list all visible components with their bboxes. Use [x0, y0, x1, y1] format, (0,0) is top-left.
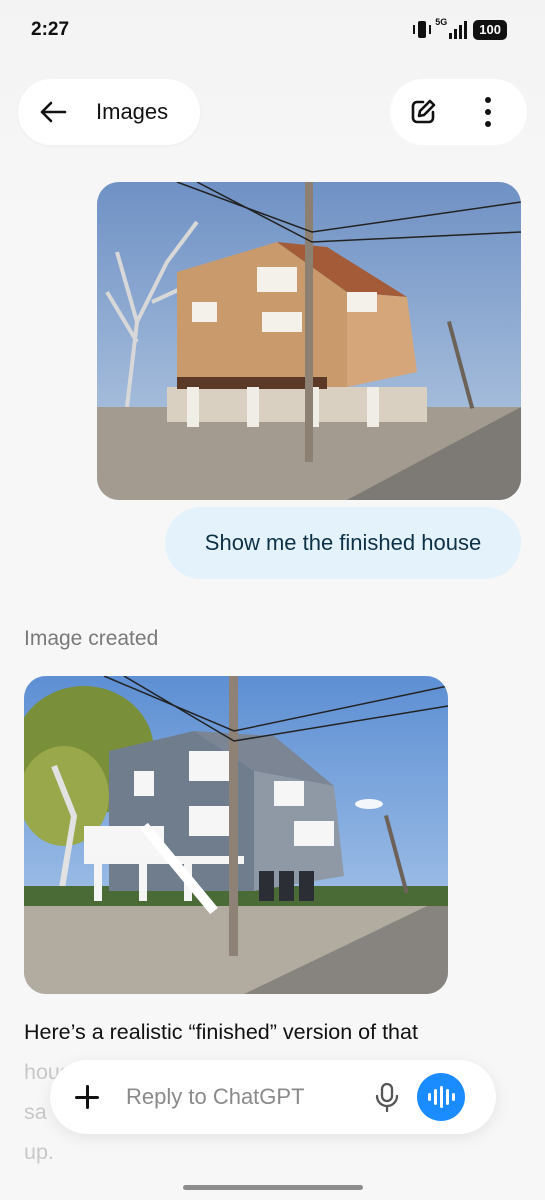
voice-waveform-icon[interactable]	[417, 1073, 465, 1121]
reply-line: Here’s a realistic “finished” version of…	[24, 1020, 418, 1044]
network-label: 5G	[435, 17, 448, 27]
battery-icon: 100	[473, 20, 507, 40]
header-actions	[390, 79, 527, 145]
status-time: 2:27	[31, 19, 70, 40]
user-message-bubble: Show me the finished house	[165, 507, 521, 579]
microphone-icon[interactable]	[374, 1082, 400, 1112]
uploaded-construction-image[interactable]	[97, 182, 521, 500]
reply-input[interactable]	[126, 1084, 346, 1110]
edit-icon[interactable]	[408, 97, 438, 127]
more-vertical-icon[interactable]	[484, 97, 492, 127]
home-indicator[interactable]	[183, 1185, 363, 1190]
vibrate-icon	[413, 20, 432, 40]
page-title: Images	[96, 99, 169, 124]
status-bar: 2:27 5G 100	[0, 0, 545, 60]
generated-house-image[interactable]	[24, 676, 448, 994]
reply-line-faded: up.	[24, 1140, 54, 1164]
arrow-left-icon[interactable]	[38, 97, 68, 127]
plus-icon[interactable]	[72, 1082, 102, 1112]
header-back-pill[interactable]: Images	[18, 79, 200, 145]
status-icons: 5G 100	[413, 17, 507, 40]
composer-bar	[50, 1060, 496, 1134]
signal-icon: 5G	[435, 17, 468, 39]
image-created-label: Image created	[24, 627, 159, 650]
